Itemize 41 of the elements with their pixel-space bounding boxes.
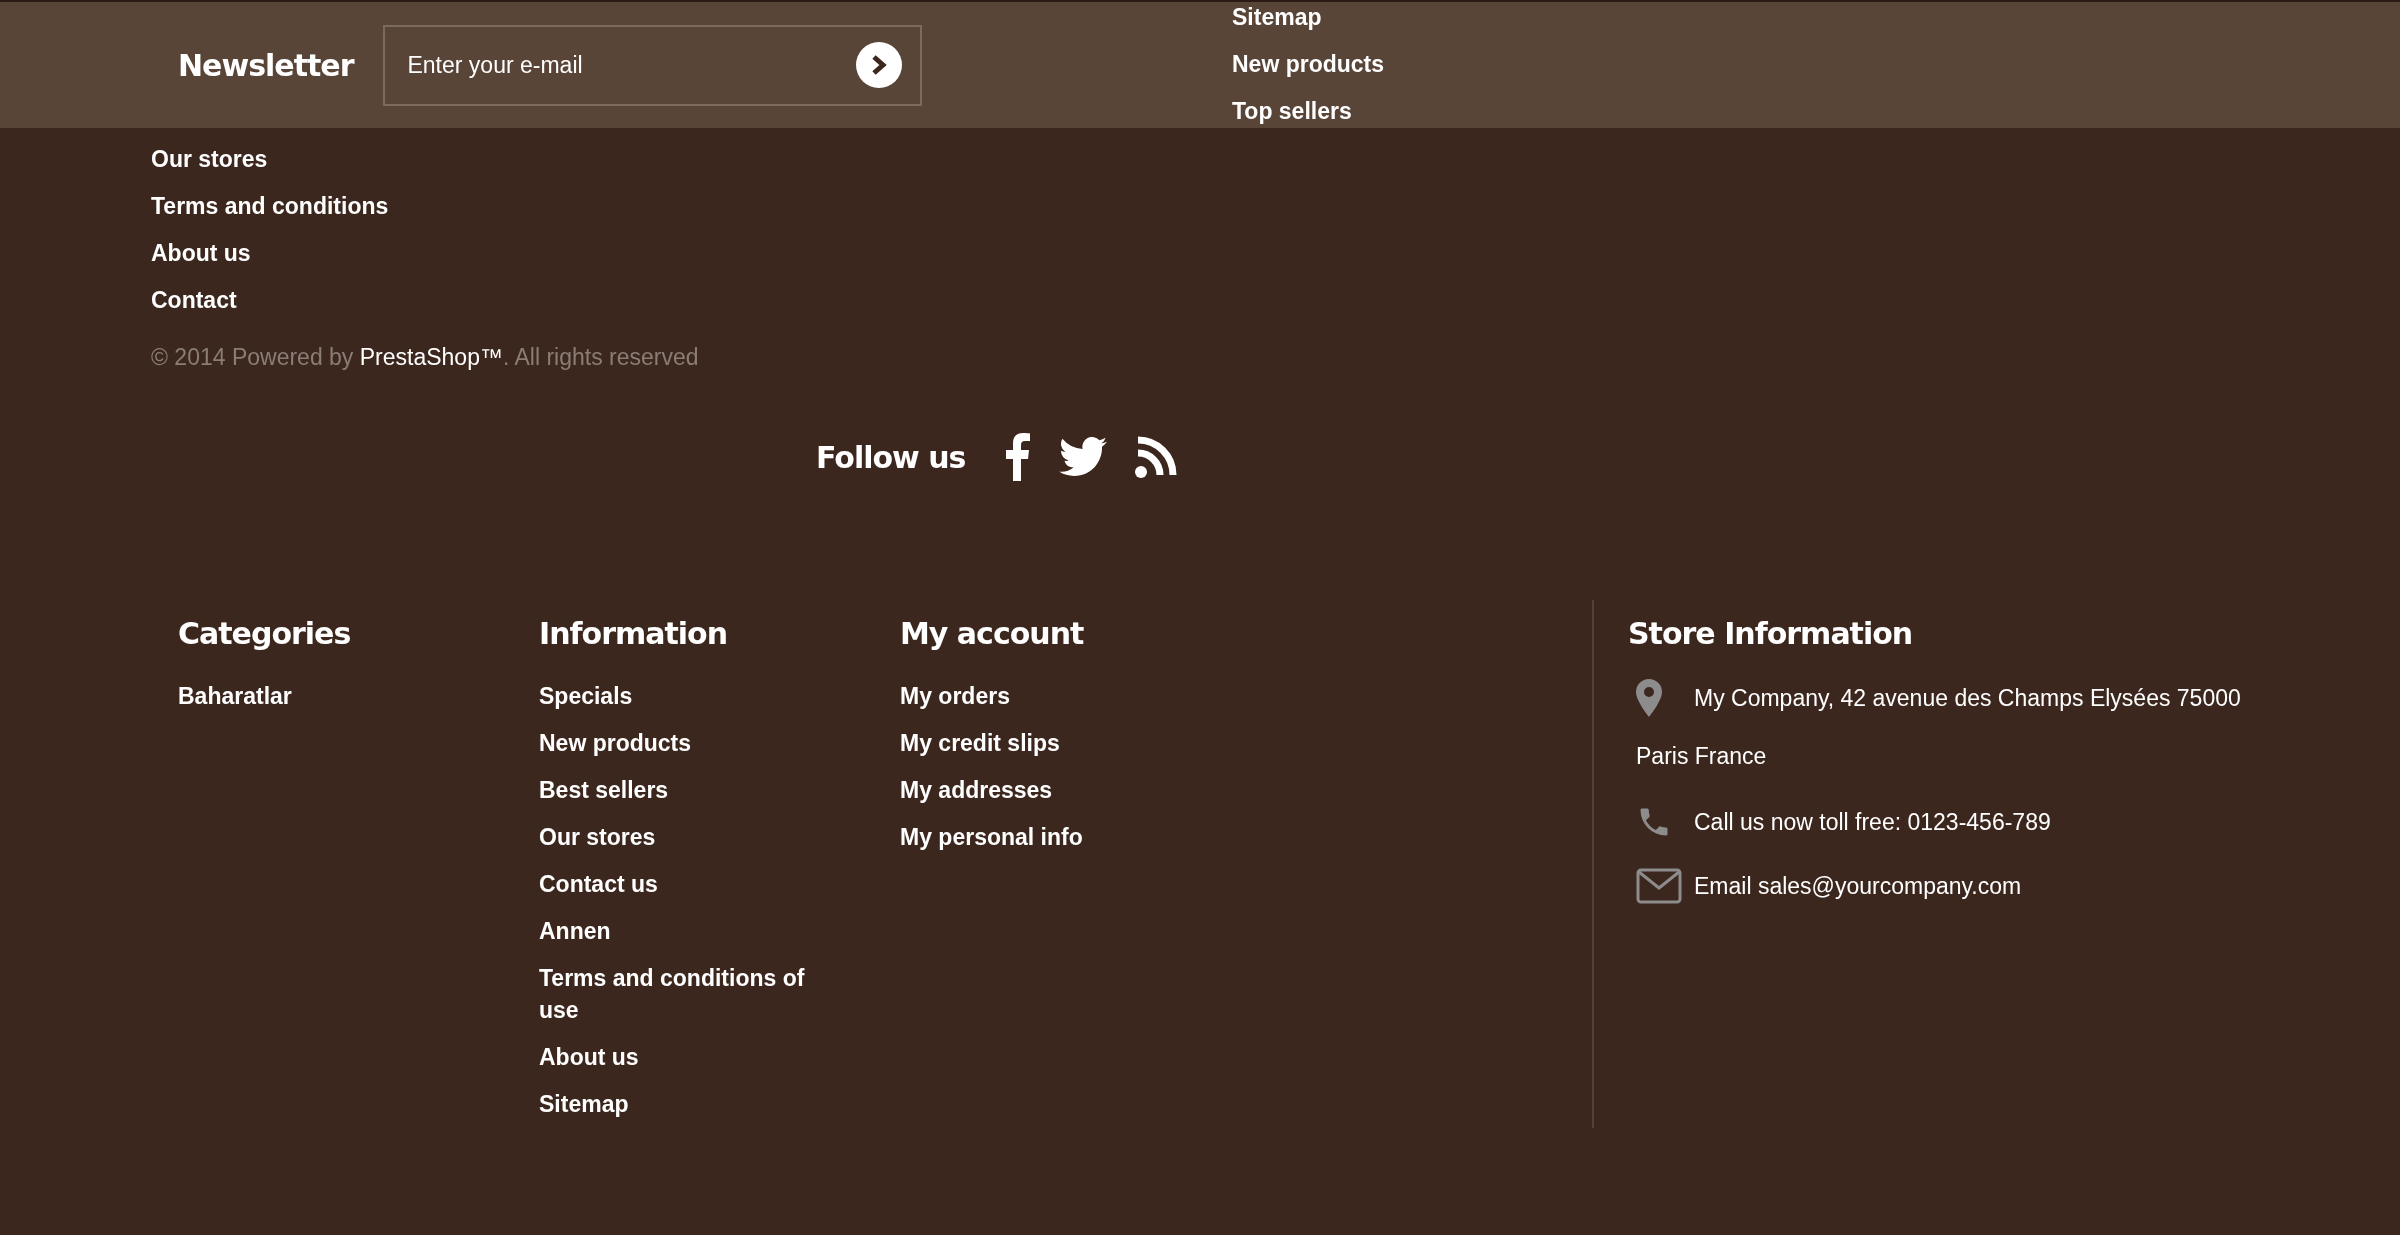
- footer-link[interactable]: My orders: [900, 673, 1181, 720]
- footer-link[interactable]: My credit slips: [900, 720, 1181, 767]
- footer-link[interactable]: Sitemap: [539, 1081, 820, 1128]
- footer-link[interactable]: Specials: [539, 673, 820, 720]
- footer-link[interactable]: Annen: [539, 908, 820, 955]
- email-input-field[interactable]: Enter your e-mail: [383, 25, 923, 106]
- footer-link[interactable]: Our stores: [151, 136, 268, 183]
- chevron-right-icon: [870, 54, 889, 76]
- rss-icon[interactable]: [1135, 436, 1178, 478]
- footer-link[interactable]: Top sellers: [1232, 88, 1352, 135]
- footer-link[interactable]: Best sellers: [539, 767, 820, 814]
- footer-link[interactable]: New products: [539, 720, 820, 767]
- column-heading: My account: [900, 616, 1085, 651]
- store-info-heading: Store Information: [1628, 616, 1914, 651]
- map-pin-icon: [1636, 679, 1662, 717]
- facebook-icon[interactable]: [1005, 433, 1032, 481]
- footer-link[interactable]: Our stores: [539, 814, 820, 861]
- submit-button[interactable]: [856, 42, 903, 88]
- newsletter-heading: Newsletter: [178, 48, 354, 83]
- twitter-bird-icon[interactable]: [1059, 437, 1108, 477]
- footer-link[interactable]: Sitemap: [1232, 0, 1322, 41]
- column-heading: Information: [539, 616, 729, 651]
- footer-link[interactable]: Contact: [151, 277, 237, 324]
- footer-link[interactable]: Contact us: [539, 861, 820, 908]
- prestashop-link[interactable]: PrestaShop™: [359, 344, 503, 370]
- store-info-text: Paris France: [1636, 743, 1768, 770]
- footer-link[interactable]: Terms and conditions: [151, 183, 389, 230]
- footer-link[interactable]: My personal info: [900, 814, 1181, 861]
- footer-link[interactable]: About us: [151, 230, 251, 277]
- footer-link[interactable]: Baharatlar: [178, 673, 459, 720]
- store-info-text: Call us now toll free: 0123-456-789: [1694, 808, 2051, 836]
- follow-us-heading: Follow us: [816, 439, 966, 475]
- footer-link[interactable]: Terms and conditions of use: [539, 955, 820, 1034]
- footer-link[interactable]: New products: [1232, 41, 1385, 88]
- footer-link[interactable]: My addresses: [900, 767, 1181, 814]
- column-heading: Categories: [178, 616, 352, 651]
- copyright-text: © 2014 Powered by PrestaShop™. All rights reserved: [151, 344, 699, 371]
- footer-link[interactable]: About us: [539, 1034, 820, 1081]
- store-info-text: Email sales@yourcompany.com: [1694, 872, 2022, 900]
- store-info-text: My Company, 42 avenue des Champs Elysées 75000: [1694, 684, 2241, 712]
- envelope-icon: [1636, 868, 1682, 904]
